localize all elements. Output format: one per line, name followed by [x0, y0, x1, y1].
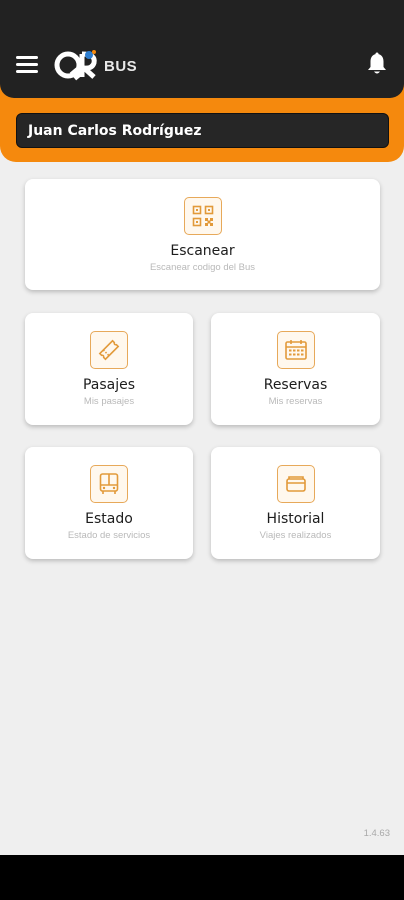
ticket-icon	[90, 331, 128, 369]
user-name-field: Juan Carlos Rodríguez	[16, 113, 389, 148]
scan-title: Escanear	[170, 243, 235, 259]
scan-subtitle: Escanear codigo del Bus	[149, 262, 256, 273]
historial-subtitle: Viajes realizados	[259, 530, 332, 541]
historial-card[interactable]: Historial Viajes realizados	[211, 447, 380, 559]
folder-icon	[276, 465, 315, 503]
reservas-title: Reservas	[263, 377, 328, 393]
qr-logo-mark	[54, 50, 97, 81]
app-logo: BUS	[54, 48, 137, 82]
qr-code-icon	[183, 197, 222, 235]
pasajes-card[interactable]: Pasajes Mis pasajes	[25, 313, 193, 425]
logo-text: BUS	[104, 57, 138, 75]
reservas-subtitle: Mis reservas	[268, 396, 323, 407]
estado-title: Estado	[85, 511, 133, 527]
menu-button[interactable]	[16, 56, 38, 74]
scan-card[interactable]: Escanear Escanear codigo del Bus	[25, 179, 380, 290]
system-navigation-bar	[0, 855, 404, 900]
app-header: BUS	[0, 0, 404, 98]
estado-subtitle: Estado de servicios	[67, 530, 151, 541]
app-version: 1.4.63	[363, 828, 390, 839]
reservas-card[interactable]: Reservas Mis reservas	[211, 313, 380, 425]
calendar-icon	[276, 331, 315, 369]
bus-icon	[90, 465, 128, 503]
pasajes-subtitle: Mis pasajes	[83, 396, 135, 407]
historial-title: Historial	[266, 511, 325, 527]
notification-bell-icon[interactable]	[366, 52, 388, 76]
pasajes-title: Pasajes	[82, 377, 136, 393]
estado-card[interactable]: Estado Estado de servicios	[25, 447, 193, 559]
